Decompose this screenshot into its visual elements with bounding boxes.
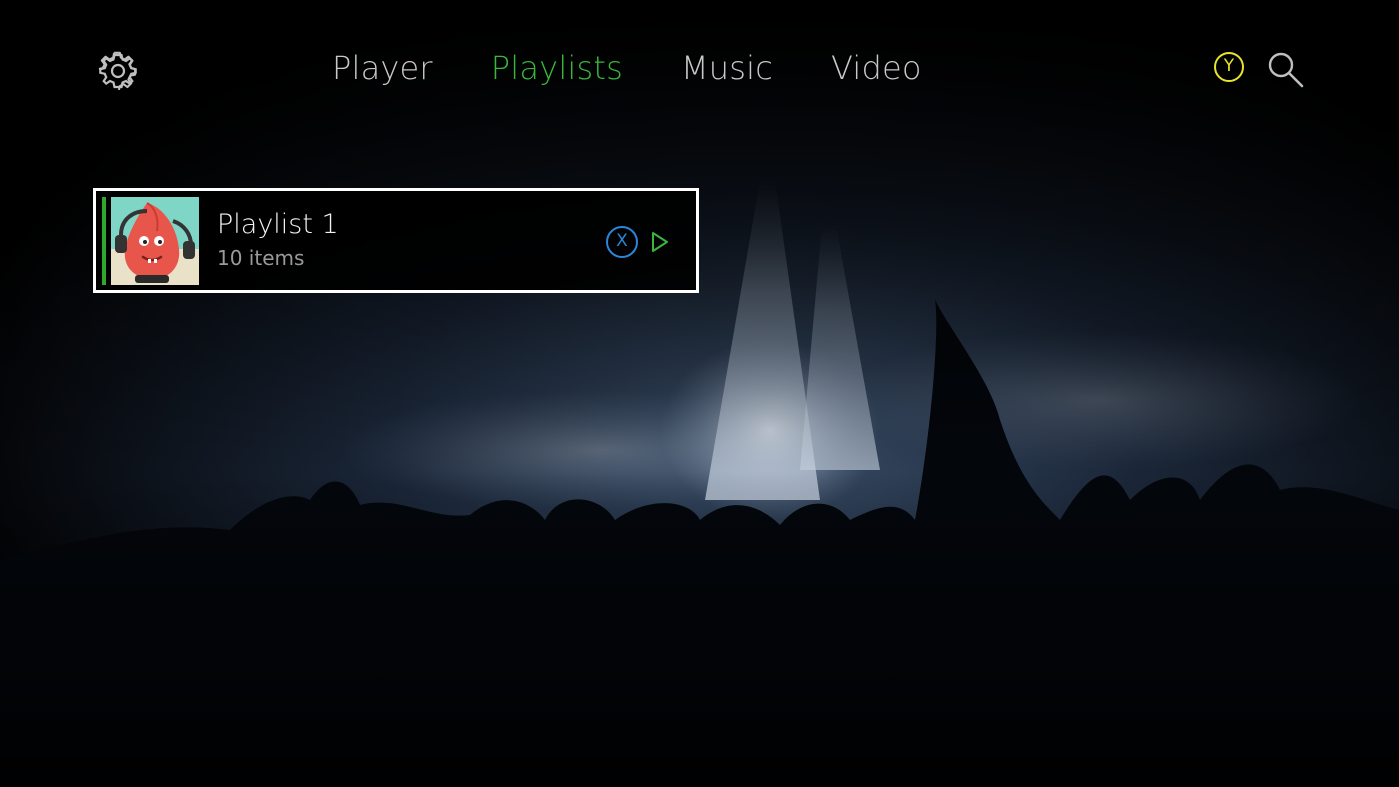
app-screen: Player Playlists Music Video Y Playlist …	[0, 0, 1399, 787]
main-nav: Player Playlists Music Video	[332, 46, 980, 90]
tab-video[interactable]: Video	[831, 46, 922, 90]
playlist-thumbnail	[111, 197, 199, 285]
y-button-icon[interactable]: Y	[1214, 52, 1244, 82]
gear-icon[interactable]	[98, 51, 138, 91]
play-icon[interactable]	[651, 231, 669, 253]
search-icon[interactable]	[1266, 50, 1304, 88]
selection-accent-bar	[102, 197, 106, 285]
playlist-title: Playlist 1	[217, 209, 339, 240]
top-bar: Player Playlists Music Video Y	[0, 0, 1399, 140]
playlist-item[interactable]: Playlist 1 10 items X	[93, 188, 699, 293]
x-button-icon: X	[606, 226, 638, 258]
tab-music[interactable]: Music	[681, 46, 773, 90]
tab-player[interactable]: Player	[332, 46, 433, 90]
tab-playlists[interactable]: Playlists	[491, 46, 623, 90]
playlist-item-count: 10 items	[217, 246, 305, 270]
